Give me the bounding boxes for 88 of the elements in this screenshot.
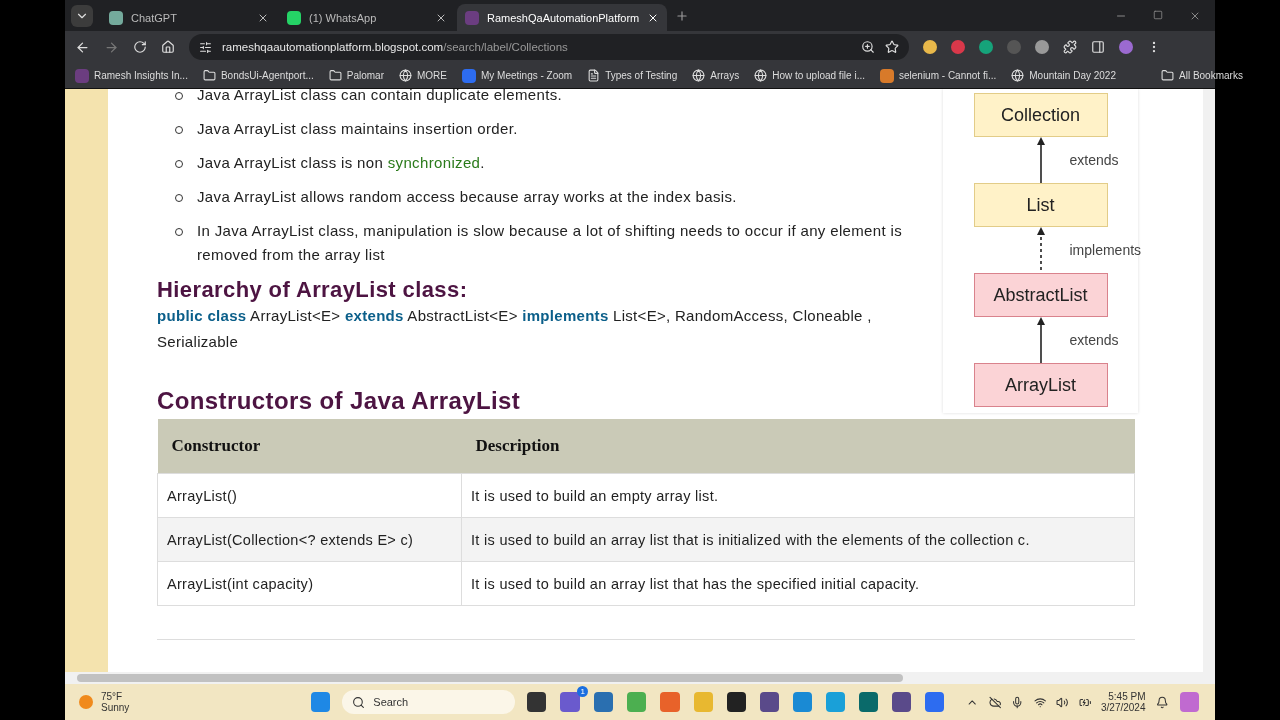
class-node: Collection	[973, 93, 1108, 137]
synchronized-link[interactable]: synchronized	[387, 154, 481, 171]
url-text: rameshqaautomationplatform.blogspot.com/search/label/Collections	[222, 41, 568, 53]
globe-icon	[692, 69, 706, 82]
clock-date: 3/27/2024	[1101, 702, 1146, 713]
globe-icon	[399, 69, 412, 82]
bookmark-item[interactable]: BondsUi-Agentport...	[202, 69, 314, 82]
table-cell: ArrayList(Collection<? extends E> c)	[157, 517, 462, 562]
wifi-icon[interactable]	[1033, 695, 1047, 709]
taskbar-app-icon[interactable]	[892, 692, 912, 712]
table-cell: ArrayList(int capacity)	[157, 561, 462, 606]
bullet-text: Java ArrayList class is non synchronized.	[197, 153, 485, 173]
bullet-text: Java ArrayList class can contain duplicate elements.	[197, 89, 563, 105]
maximize-icon[interactable]	[1153, 9, 1163, 20]
table-cell: It is used to build an array list that is initialized with the elements of the collection c.	[461, 517, 1135, 562]
sun-icon	[79, 695, 93, 709]
bookmark-item[interactable]: All Bookmarks	[1161, 69, 1243, 82]
arrow	[1035, 317, 1046, 363]
microphone-icon[interactable]	[1011, 695, 1024, 709]
table-cell: ArrayList()	[157, 473, 462, 518]
side-panel-icon[interactable]	[1091, 40, 1105, 54]
zoom-icon[interactable]	[861, 40, 875, 54]
bookmark-item[interactable]: My Meetings - Zoom	[462, 68, 573, 83]
table-cell: It is used to build an empty array list.	[461, 473, 1135, 518]
horizontal-scrollbar[interactable]	[65, 672, 1215, 684]
folder-icon	[328, 69, 342, 82]
folder-icon	[1161, 69, 1174, 82]
column-header: Description	[461, 419, 1135, 474]
column-header: Constructor	[157, 419, 462, 474]
relation-label: extends	[1069, 152, 1119, 168]
section-heading: Hierarchy of ArrayList class:	[157, 277, 469, 303]
taskbar-app-icon[interactable]	[759, 692, 779, 712]
extension-icon[interactable]	[923, 40, 937, 54]
relation-label: implements	[1069, 242, 1142, 258]
favicon-icon	[465, 10, 479, 25]
search-icon	[352, 695, 366, 709]
class-node: List	[973, 183, 1108, 227]
extension-icon[interactable]	[1035, 40, 1049, 54]
tab-search-button[interactable]	[71, 4, 93, 27]
bookmark-item[interactable]: Mountain Day 2022	[1011, 69, 1116, 82]
browser-tab[interactable]: RameshQaAutomationPlatform	[457, 4, 668, 31]
class-node: ArrayList	[973, 363, 1108, 407]
table-cell: It is used to build an array list that has the specified initial capacity.	[461, 561, 1135, 606]
clock-time: 5:45 PM	[1108, 691, 1146, 702]
globe-icon	[1011, 69, 1025, 82]
relation-label: extends	[1069, 332, 1119, 348]
section-heading: Constructors of Java ArrayList	[157, 387, 522, 415]
address-bar[interactable]: rameshqaautomationplatform.blogspot.com/search/label/Collections	[189, 34, 909, 60]
weather-text: Sunny	[101, 702, 130, 713]
site-settings-icon[interactable]	[199, 40, 212, 54]
browser-tab[interactable]: ChatGPT	[101, 4, 277, 31]
forward-icon[interactable]	[104, 39, 119, 55]
browser-tab[interactable]: (1) WhatsApp	[279, 4, 455, 31]
extension-icon[interactable]	[979, 40, 993, 54]
bookmark-item[interactable]: Types of Testing	[587, 69, 678, 82]
bookmark-star-icon[interactable]	[885, 40, 899, 54]
class-node: AbstractList	[973, 273, 1108, 317]
bookmark-item[interactable]: MORE	[399, 69, 447, 82]
back-icon[interactable]	[75, 39, 90, 55]
bookmark-item[interactable]: How to upload file i...	[754, 69, 865, 82]
bookmark-item[interactable]: Arrays	[692, 69, 740, 82]
bell-icon[interactable]	[1155, 695, 1168, 709]
extensions-icon[interactable]	[1063, 40, 1077, 54]
cloud-icon[interactable]	[988, 695, 1002, 709]
dashed-arrow	[1035, 227, 1046, 273]
favicon-icon	[109, 10, 123, 25]
notification-badge: 1	[577, 686, 589, 697]
globe-icon	[754, 69, 768, 82]
taskbar-search[interactable]: Search	[342, 690, 516, 714]
bookmark-item[interactable]: selenium - Cannot fi...	[880, 68, 997, 83]
avatar-icon[interactable]	[1119, 40, 1133, 54]
new-tab-icon[interactable]	[675, 8, 690, 23]
page-icon	[587, 69, 601, 82]
volume-icon[interactable]	[1056, 695, 1069, 709]
bullet-text: In Java ArrayList class, manipulation is slow because a lot of shifting needs to occur if any element is removed from the array list	[197, 221, 904, 265]
class-declaration: public class ArrayList<E> extends AbstractList<E> implements List<E>, RandomAccess, Cloneable , Serializable	[157, 306, 873, 352]
bookmark-item[interactable]: Ramesh Insights In...	[75, 68, 188, 83]
favicon-icon	[287, 10, 301, 25]
arrow	[1035, 137, 1046, 183]
bullet-text: Java ArrayList allows random access because array works at the index basis.	[197, 187, 737, 207]
bookmark-item[interactable]: Palomar	[328, 69, 384, 82]
reload-icon[interactable]	[133, 40, 147, 54]
taskbar-app-icon[interactable]	[726, 692, 746, 712]
home-icon[interactable]	[161, 40, 175, 54]
folder-icon	[202, 69, 216, 82]
temperature-text: 75°F	[101, 691, 123, 702]
vertical-scrollbar[interactable]	[1203, 89, 1215, 672]
bullet-text: Java ArrayList class maintains insertion order.	[197, 119, 518, 139]
